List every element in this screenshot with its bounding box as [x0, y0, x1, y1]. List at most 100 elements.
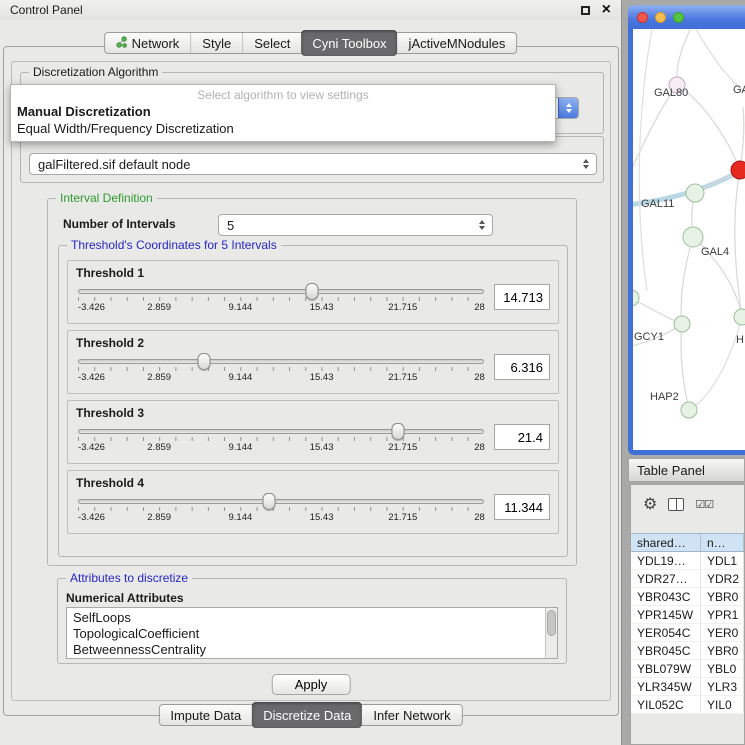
- gear-icon[interactable]: ⚙: [643, 496, 657, 512]
- table-row[interactable]: YLR345WYLR3: [631, 678, 744, 696]
- table-cell: YLR345W: [631, 678, 701, 695]
- attributes-group: Attributes to discretize Numerical Attri…: [57, 578, 567, 664]
- threshold-slider[interactable]: -3.4262.8599.14415.4321.71528: [78, 352, 484, 388]
- network-node[interactable]: [686, 184, 704, 202]
- zoom-traffic-light-icon[interactable]: [673, 12, 684, 23]
- table-panel-title: Table Panel: [637, 463, 705, 478]
- group-title: Discretization Algorithm: [29, 65, 162, 79]
- scrollbar-thumb[interactable]: [547, 610, 556, 636]
- threshold-value-input[interactable]: [494, 494, 550, 520]
- table-row[interactable]: YDL19…YDL1: [631, 552, 744, 570]
- column-header-name[interactable]: n…: [701, 534, 744, 551]
- table-row[interactable]: YBL079WYBL0: [631, 660, 744, 678]
- tab-jactivemnodules[interactable]: jActiveMNodules: [398, 33, 517, 53]
- network-node[interactable]: [683, 227, 703, 247]
- tick-label: 21.715: [388, 442, 417, 453]
- tick-label: -3.426: [78, 372, 105, 383]
- network-canvas[interactable]: GAL80GAGAL11GAL4GCY1HHAP2: [633, 29, 745, 450]
- slider-thumb[interactable]: [392, 423, 405, 440]
- number-of-intervals-label: Number of Intervals: [63, 217, 176, 231]
- table-data-combo[interactable]: galFiltered.sif default node: [29, 153, 597, 175]
- algorithm-option[interactable]: Manual Discretization: [11, 103, 555, 120]
- tab-style[interactable]: Style: [190, 33, 242, 53]
- table-row[interactable]: YBR045CYBR0: [631, 642, 744, 660]
- tick-label: 9.144: [229, 442, 253, 453]
- tab-select[interactable]: Select: [242, 33, 301, 53]
- tab-infer-network[interactable]: Infer Network: [362, 705, 461, 725]
- tick-label: 15.43: [310, 442, 334, 453]
- network-canvas-svg[interactable]: GAL80GAGAL11GAL4GCY1HHAP2: [633, 29, 745, 450]
- numerical-attributes-list[interactable]: SelfLoopsTopologicalCoefficientBetweenne…: [66, 607, 558, 659]
- tab-label: Infer Network: [373, 708, 450, 723]
- threshold-value-input[interactable]: [494, 354, 550, 380]
- attributes-scrollbar[interactable]: [545, 608, 557, 658]
- table-panel-header: Table Panel: [628, 458, 745, 482]
- tab-label: Style: [202, 36, 231, 51]
- tick-label: 2.859: [147, 512, 171, 523]
- slider-track[interactable]: [78, 429, 484, 434]
- slider-thumb[interactable]: [262, 493, 275, 510]
- attribute-item[interactable]: BetweennessCentrality: [73, 642, 541, 658]
- network-node[interactable]: [633, 290, 639, 306]
- threshold-value-input[interactable]: [494, 424, 550, 450]
- network-edge: [689, 317, 742, 410]
- network-edge: [681, 237, 693, 324]
- minimize-traffic-light-icon[interactable]: [655, 12, 666, 23]
- network-edge: [677, 29, 693, 85]
- slider-ticks-icon: [78, 437, 484, 441]
- group-title: Threshold's Coordinates for 5 Intervals: [67, 238, 281, 252]
- table-row[interactable]: YBR043CYBR0: [631, 588, 744, 606]
- table-header-row: shared… n…: [631, 533, 744, 552]
- network-titlebar[interactable]: [628, 5, 745, 29]
- slider-track[interactable]: [78, 289, 484, 294]
- cyni-toolbox-panel: Discretization Algorithm Table Data galF…: [3, 46, 619, 716]
- tab-impute-data[interactable]: Impute Data: [159, 705, 252, 725]
- attribute-item[interactable]: TopologicalCoefficient: [73, 626, 541, 642]
- combo-arrows-icon[interactable]: [576, 159, 596, 169]
- slider-track[interactable]: [78, 359, 484, 364]
- network-node[interactable]: [681, 402, 697, 418]
- threshold-value-input[interactable]: [494, 284, 550, 310]
- float-window-icon[interactable]: [581, 6, 590, 15]
- thresholds-container: Threshold 1-3.4262.8599.14415.4321.71528…: [59, 260, 567, 534]
- threshold-row: -3.4262.8599.14415.4321.71528: [68, 280, 558, 318]
- threshold-row: -3.4262.8599.14415.4321.71528: [68, 350, 558, 388]
- slider-thumb[interactable]: [306, 283, 319, 300]
- threshold-slider[interactable]: -3.4262.8599.14415.4321.71528: [78, 492, 484, 528]
- network-node[interactable]: [731, 161, 745, 179]
- threshold-slider[interactable]: -3.4262.8599.14415.4321.71528: [78, 422, 484, 458]
- close-icon[interactable]: ×: [602, 4, 611, 16]
- tab-discretize-data[interactable]: Discretize Data: [252, 702, 362, 728]
- node-label: HAP2: [650, 391, 679, 403]
- table-cell: YLR3: [701, 678, 744, 695]
- network-node[interactable]: [734, 309, 745, 325]
- table-cell: YDL1: [701, 552, 744, 569]
- tab-cyni-toolbox[interactable]: Cyni Toolbox: [301, 30, 397, 56]
- threshold-slider[interactable]: -3.4262.8599.14415.4321.71528: [78, 282, 484, 318]
- table-row[interactable]: YPR145WYPR1: [631, 606, 744, 624]
- algorithm-option[interactable]: Equal Width/Frequency Discretization: [11, 120, 555, 137]
- apply-button[interactable]: Apply: [272, 674, 351, 695]
- slider-ticks-icon: [78, 507, 484, 511]
- column-header-shared-name[interactable]: shared…: [631, 534, 701, 551]
- columns-icon[interactable]: [668, 498, 684, 511]
- table-cell: YIL0: [701, 696, 744, 713]
- table-cell: YDR2: [701, 570, 744, 587]
- control-panel-titlebar: Control Panel ×: [0, 0, 621, 20]
- tab-network[interactable]: Network: [105, 33, 191, 53]
- slider-thumb[interactable]: [198, 353, 211, 370]
- close-traffic-light-icon[interactable]: [637, 12, 648, 23]
- slider-track[interactable]: [78, 499, 484, 504]
- combo-arrows-icon[interactable]: [558, 98, 578, 118]
- network-node[interactable]: [674, 316, 690, 332]
- combo-arrows-icon[interactable]: [472, 220, 492, 230]
- attribute-item[interactable]: SelfLoops: [73, 610, 541, 626]
- table-row[interactable]: YDR27…YDR2: [631, 570, 744, 588]
- dropdown-prompt: Select algorithm to view settings: [11, 85, 555, 103]
- table-row[interactable]: YIL052CYIL0: [631, 696, 744, 714]
- number-of-intervals-combo[interactable]: 5: [218, 214, 493, 236]
- table-cell: YDR27…: [631, 570, 701, 587]
- checkbox-icons[interactable]: ☑☑: [695, 498, 713, 511]
- table-row[interactable]: YER054CYER0: [631, 624, 744, 642]
- table-cell: YER0: [701, 624, 744, 641]
